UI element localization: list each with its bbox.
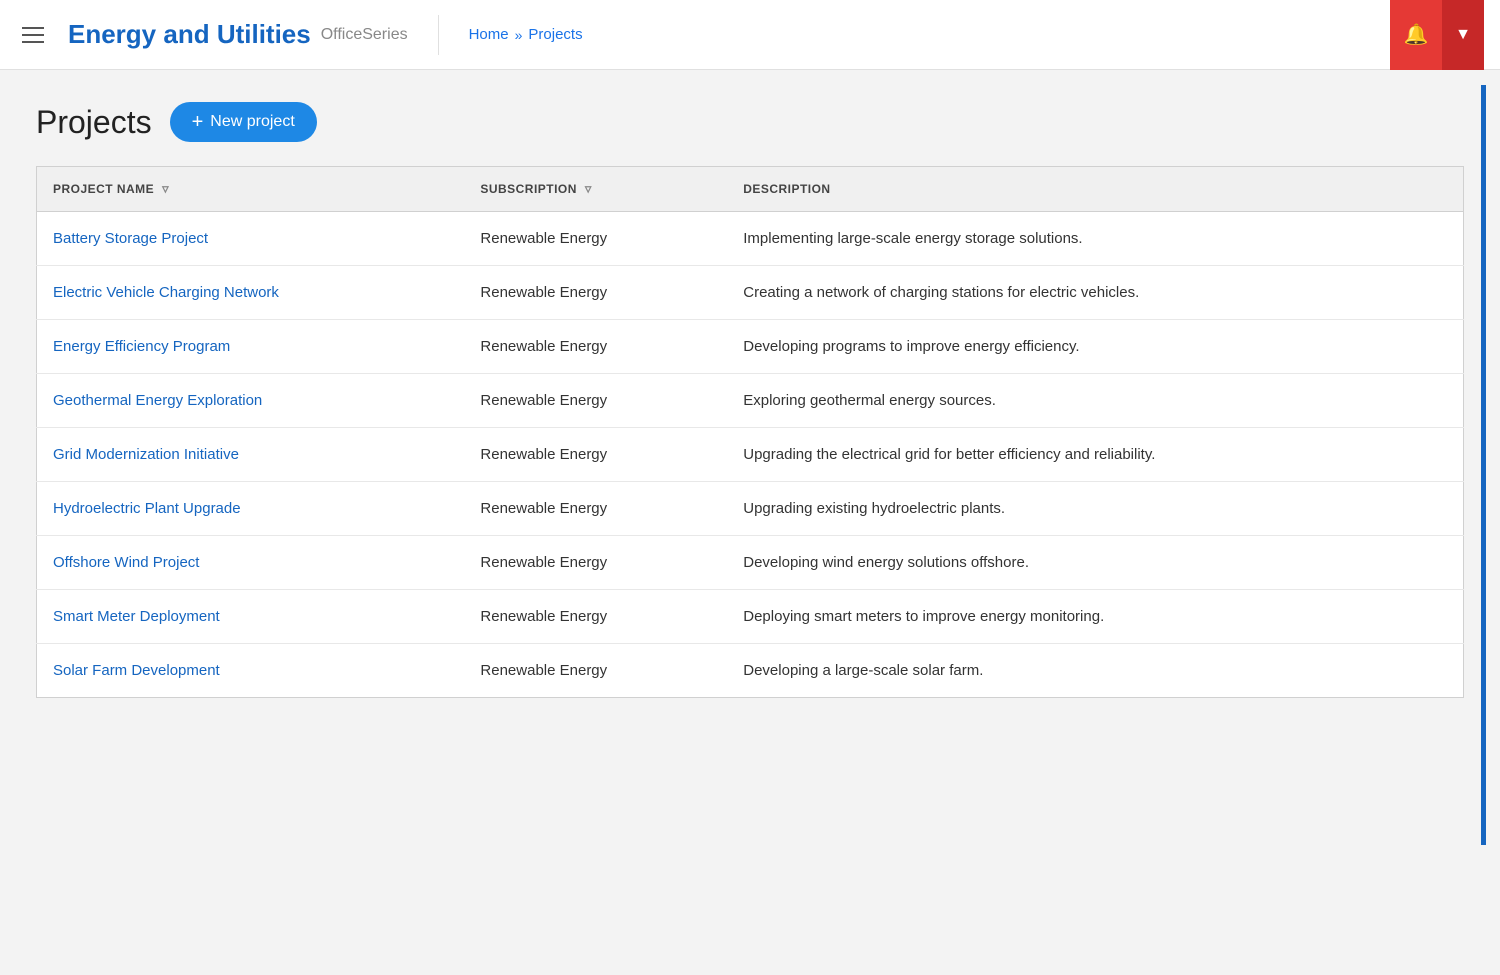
plus-icon: +: [192, 112, 204, 132]
project-name-cell: Electric Vehicle Charging Network: [37, 266, 465, 320]
breadcrumb: Home » Projects: [469, 26, 583, 43]
project-name-link[interactable]: Smart Meter Deployment: [53, 608, 220, 625]
description-cell: Developing wind energy solutions offshor…: [727, 536, 1463, 590]
subscription-cell: Renewable Energy: [464, 536, 727, 590]
project-name-link[interactable]: Offshore Wind Project: [53, 554, 199, 571]
table-row: Electric Vehicle Charging Network Renewab…: [37, 266, 1464, 320]
table-row: Offshore Wind Project Renewable EnergyDev…: [37, 536, 1464, 590]
table-row: Grid Modernization Initiative Renewable E…: [37, 428, 1464, 482]
subscription-cell: Renewable Energy: [464, 212, 727, 266]
project-name-cell: Energy Efficiency Program: [37, 320, 465, 374]
subscription-filter-icon[interactable]: ▿: [585, 181, 592, 197]
table-row: Battery Storage Project Renewable EnergyI…: [37, 212, 1464, 266]
description-cell: Developing programs to improve energy ef…: [727, 320, 1463, 374]
app-title: Energy and Utilities: [68, 19, 311, 50]
scrollbar-accent: [1481, 85, 1486, 845]
description-cell: Exploring geothermal energy sources.: [727, 374, 1463, 428]
project-name-link[interactable]: Battery Storage Project: [53, 230, 208, 247]
col-subscription: SUBSCRIPTION ▿: [464, 167, 727, 212]
subscription-cell: Renewable Energy: [464, 482, 727, 536]
subscription-cell: Renewable Energy: [464, 428, 727, 482]
project-name-cell: Battery Storage Project: [37, 212, 465, 266]
subscription-cell: Renewable Energy: [464, 320, 727, 374]
subscription-cell: Renewable Energy: [464, 266, 727, 320]
breadcrumb-home[interactable]: Home: [469, 26, 509, 43]
col-description: DESCRIPTION: [727, 167, 1463, 212]
page-title-row: Projects + New project: [36, 102, 1464, 142]
subscription-cell: Renewable Energy: [464, 374, 727, 428]
main-content: Projects + New project PROJECT NAME ▿ SU…: [0, 70, 1500, 730]
hamburger-menu-icon[interactable]: [16, 21, 50, 49]
table-row: Solar Farm Development Renewable EnergyDe…: [37, 644, 1464, 698]
subscription-cell: Renewable Energy: [464, 590, 727, 644]
project-name-link[interactable]: Solar Farm Development: [53, 662, 220, 679]
col-project-name: PROJECT NAME ▿: [37, 167, 465, 212]
description-cell: Deploying smart meters to improve energy…: [727, 590, 1463, 644]
new-project-label: New project: [210, 113, 294, 131]
description-cell: Implementing large-scale energy storage …: [727, 212, 1463, 266]
breadcrumb-chevron: »: [515, 27, 523, 43]
description-cell: Creating a network of charging stations …: [727, 266, 1463, 320]
header-divider: [438, 15, 439, 55]
table-row: Hydroelectric Plant Upgrade Renewable Ene…: [37, 482, 1464, 536]
project-name-cell: Hydroelectric Plant Upgrade: [37, 482, 465, 536]
new-project-button[interactable]: + New project: [170, 102, 317, 142]
project-name-cell: Smart Meter Deployment: [37, 590, 465, 644]
table-header: PROJECT NAME ▿ SUBSCRIPTION ▿ DESCRIPTIO…: [37, 167, 1464, 212]
project-name-link[interactable]: Grid Modernization Initiative: [53, 446, 239, 463]
description-cell: Upgrading the electrical grid for better…: [727, 428, 1463, 482]
description-cell: Upgrading existing hydroelectric plants.: [727, 482, 1463, 536]
app-subtitle: OfficeSeries: [321, 26, 408, 44]
bell-icon: 🔔: [1404, 22, 1429, 47]
project-name-filter-icon[interactable]: ▿: [162, 181, 169, 197]
project-name-cell: Solar Farm Development: [37, 644, 465, 698]
project-name-cell: Offshore Wind Project: [37, 536, 465, 590]
breadcrumb-current: Projects: [528, 26, 582, 43]
project-name-link[interactable]: Electric Vehicle Charging Network: [53, 284, 279, 301]
project-name-link[interactable]: Geothermal Energy Exploration: [53, 392, 262, 409]
table-row: Smart Meter Deployment Renewable EnergyDe…: [37, 590, 1464, 644]
page-title: Projects: [36, 104, 152, 141]
project-name-link[interactable]: Hydroelectric Plant Upgrade: [53, 500, 241, 517]
table-row: Geothermal Energy Exploration Renewable E…: [37, 374, 1464, 428]
header-actions: 🔔 ▼: [1390, 0, 1484, 70]
table-body: Battery Storage ProjectRenewable EnergyI…: [37, 212, 1464, 698]
notifications-button[interactable]: 🔔: [1390, 0, 1442, 70]
project-name-cell: Geothermal Energy Exploration: [37, 374, 465, 428]
app-header: Energy and Utilities OfficeSeries Home »…: [0, 0, 1500, 70]
chevron-down-icon: ▼: [1455, 26, 1471, 44]
project-name-link[interactable]: Energy Efficiency Program: [53, 338, 230, 355]
description-cell: Developing a large-scale solar farm.: [727, 644, 1463, 698]
project-name-cell: Grid Modernization Initiative: [37, 428, 465, 482]
projects-table: PROJECT NAME ▿ SUBSCRIPTION ▿ DESCRIPTIO…: [36, 166, 1464, 698]
subscription-cell: Renewable Energy: [464, 644, 727, 698]
table-row: Energy Efficiency Program Renewable Energ…: [37, 320, 1464, 374]
user-menu-button[interactable]: ▼: [1442, 0, 1484, 70]
